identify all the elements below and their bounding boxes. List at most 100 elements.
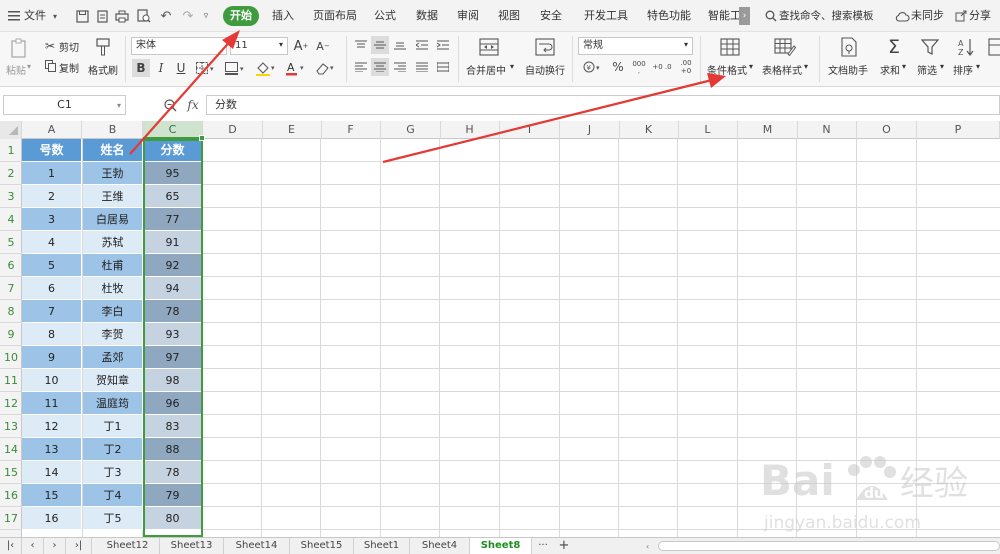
table-cell[interactable]: 14 <box>22 461 82 484</box>
table-cell[interactable]: 77 <box>143 208 203 231</box>
row-header-9[interactable]: 9 <box>0 323 22 346</box>
table-header-cell[interactable]: 姓名 <box>83 139 143 162</box>
chevron-down-icon[interactable]: ▾ <box>976 62 980 71</box>
row-header-16[interactable]: 16 <box>0 484 22 507</box>
file-menu[interactable]: 文件 <box>24 6 46 26</box>
number-format-dropdown[interactable]: 常规 <box>578 37 693 55</box>
more-sheets-icon[interactable]: ··· <box>532 538 554 554</box>
select-all-corner[interactable] <box>0 121 22 139</box>
column-header-m[interactable]: M <box>738 121 798 139</box>
document-helper-icon[interactable] <box>836 35 862 59</box>
wrap-text-icon[interactable] <box>532 35 558 59</box>
align-left-icon[interactable] <box>353 60 369 74</box>
sum-icon[interactable]: Σ <box>882 35 906 59</box>
chevron-right-icon[interactable]: › <box>739 7 750 25</box>
row-header-17[interactable]: 17 <box>0 507 22 530</box>
paste-icon[interactable] <box>6 35 32 61</box>
column-header-j[interactable]: J <box>560 121 620 139</box>
tab-data[interactable]: 数据 <box>416 6 438 26</box>
chevron-down-icon[interactable]: ▾ <box>902 62 906 71</box>
column-header-a[interactable]: A <box>22 121 82 139</box>
align-middle-icon[interactable] <box>371 36 389 54</box>
row-header-8[interactable]: 8 <box>0 300 22 323</box>
table-cell[interactable]: 91 <box>143 231 203 254</box>
row-header-5[interactable]: 5 <box>0 231 22 254</box>
column-header-b[interactable]: B <box>83 121 143 139</box>
font-name-dropdown[interactable]: 宋体 <box>131 37 227 55</box>
fill-color-icon[interactable]: ▾ <box>254 59 280 77</box>
decrease-indent-icon[interactable] <box>414 38 430 52</box>
table-cell[interactable]: 丁3 <box>83 461 143 484</box>
tab-formulas[interactable]: 公式 <box>374 6 396 26</box>
format-painter-icon[interactable] <box>92 35 114 59</box>
column-header-l[interactable]: L <box>678 121 738 139</box>
table-cell[interactable]: 95 <box>143 162 203 185</box>
column-header-f[interactable]: F <box>321 121 381 139</box>
cell-grid[interactable]: 号数 姓名 分数 1 王勃 95 2 王维 65 3 白居易 77 4 苏轼 91 5 杜甫 92 6 杜牧 94 7 李白… <box>22 139 1000 537</box>
table-cell[interactable]: 5 <box>22 254 82 277</box>
align-right-icon[interactable] <box>392 60 408 74</box>
align-bottom-icon[interactable] <box>392 38 408 52</box>
table-cell[interactable]: 孟郊 <box>83 346 143 369</box>
table-cell[interactable]: 9 <box>22 346 82 369</box>
command-search[interactable]: 查找命令、搜索模板 <box>779 6 874 26</box>
column-header-e[interactable]: E <box>262 121 322 139</box>
table-cell[interactable]: 88 <box>143 438 203 461</box>
paste-dropdown-icon[interactable]: ▾ <box>27 62 31 71</box>
conditional-format-icon[interactable] <box>717 35 743 59</box>
row-header-15[interactable]: 15 <box>0 461 22 484</box>
column-header-k[interactable]: K <box>619 121 679 139</box>
horizontal-scrollbar[interactable] <box>658 541 1000 551</box>
increase-decimal-button[interactable]: +0 .0 <box>652 59 672 75</box>
table-cell[interactable]: 78 <box>143 300 203 323</box>
table-cell[interactable]: 15 <box>22 484 82 507</box>
print-preview-icon[interactable] <box>136 8 152 24</box>
row-header-14[interactable]: 14 <box>0 438 22 461</box>
share-button[interactable]: 分享 <box>969 6 991 26</box>
border-icon[interactable]: ▾ <box>194 60 218 76</box>
cloud-sync-icon[interactable] <box>894 8 910 24</box>
font-color-icon[interactable]: A ▾ <box>284 59 310 77</box>
thousands-separator-button[interactable]: 000, <box>630 59 648 75</box>
chevron-down-icon[interactable]: ▾ <box>684 40 688 49</box>
copy-button[interactable]: 复制 <box>59 60 79 75</box>
sum-button[interactable]: 求和 <box>880 62 900 77</box>
table-cell[interactable]: 丁2 <box>83 438 143 461</box>
tab-page-layout[interactable]: 页面布局 <box>313 6 357 26</box>
tab-special-features[interactable]: 特色功能 <box>647 6 691 26</box>
table-cell[interactable]: 温庭筠 <box>83 392 143 415</box>
table-cell[interactable]: 3 <box>22 208 82 231</box>
table-cell[interactable]: 4 <box>22 231 82 254</box>
column-header-i[interactable]: I <box>500 121 560 139</box>
save-icon[interactable] <box>74 8 90 24</box>
table-style-button[interactable]: 表格样式 <box>762 62 802 77</box>
column-header-n[interactable]: N <box>797 121 857 139</box>
scissors-icon[interactable]: ✂ <box>43 39 57 53</box>
row-header-4[interactable]: 4 <box>0 208 22 231</box>
sheet-tab-sheet12[interactable]: Sheet12 <box>96 538 160 554</box>
table-cell[interactable]: 贺知章 <box>83 369 143 392</box>
merge-center-button[interactable]: 合并居中 <box>466 62 506 77</box>
row-header-10[interactable]: 10 <box>0 346 22 369</box>
table-cell[interactable]: 7 <box>22 300 82 323</box>
column-header-g[interactable]: G <box>381 121 441 139</box>
tab-developer[interactable]: 开发工具 <box>584 6 628 26</box>
sort-button[interactable]: 排序 <box>953 62 973 77</box>
table-cell[interactable]: 10 <box>22 369 82 392</box>
redo-icon[interactable]: ↷ <box>180 8 196 24</box>
hamburger-menu-icon[interactable] <box>6 8 22 24</box>
first-sheet-icon[interactable]: |‹ <box>0 538 22 554</box>
print-icon[interactable] <box>114 8 130 24</box>
name-box[interactable]: C1 <box>3 95 126 115</box>
undo-icon[interactable]: ↶ <box>158 8 174 24</box>
search-icon[interactable] <box>764 9 778 23</box>
table-cell[interactable]: 丁1 <box>83 415 143 438</box>
table-cell[interactable]: 6 <box>22 277 82 300</box>
wrap-text-button[interactable]: 自动换行 <box>525 62 565 77</box>
column-header-h[interactable]: H <box>440 121 500 139</box>
filter-icon[interactable] <box>918 35 942 59</box>
share-icon[interactable] <box>954 8 968 24</box>
chevron-down-icon[interactable]: ▾ <box>510 62 514 71</box>
column-header-c[interactable]: C <box>143 121 203 139</box>
scroll-left-icon[interactable]: ‹ <box>646 542 654 551</box>
